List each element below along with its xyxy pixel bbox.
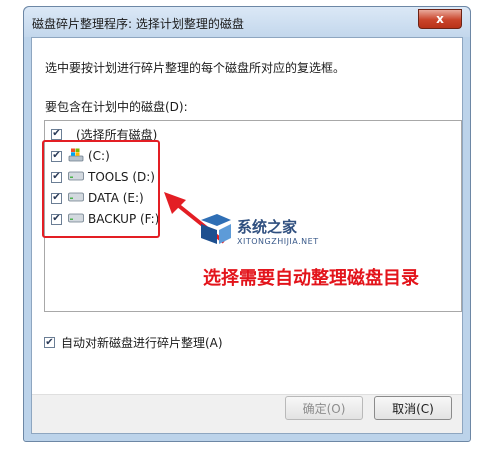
window-title: 磁盘碎片整理程序: 选择计划整理的磁盘 <box>32 17 244 31</box>
watermark-url: XITONGZHIJIA.NET <box>237 237 319 246</box>
auto-defrag-row[interactable]: ✔ 自动对新磁盘进行碎片整理(A) <box>44 334 223 351</box>
instruction-text: 选中要按计划进行碎片整理的每个磁盘所对应的复选框。 <box>45 61 346 75</box>
disk-list-label: 要包含在计划中的磁盘(D): <box>45 100 188 114</box>
dialog-window: 磁盘碎片整理程序: 选择计划整理的磁盘 x 选中要按计划进行碎片整理的每个磁盘所… <box>23 6 471 442</box>
close-button[interactable]: x <box>418 9 462 29</box>
dialog-client-area: 选中要按计划进行碎片整理的每个磁盘所对应的复选框。 要包含在计划中的磁盘(D):… <box>31 37 463 434</box>
auto-defrag-label: 自动对新磁盘进行碎片整理(A) <box>61 336 223 350</box>
dialog-content: 选中要按计划进行碎片整理的每个磁盘所对应的复选框。 要包含在计划中的磁盘(D):… <box>32 38 462 394</box>
disk-highlight-box <box>42 140 160 238</box>
close-icon: x <box>436 12 444 26</box>
annotation-text: 选择需要自动整理磁盘目录 <box>203 268 419 289</box>
auto-defrag-checkbox[interactable]: ✔ <box>44 337 55 348</box>
watermark-logo-icon <box>201 214 231 244</box>
ok-button[interactable]: 确定(O) <box>285 396 363 420</box>
footer-divider <box>32 394 462 395</box>
select-all-checkbox[interactable]: ✔ <box>51 128 62 140</box>
title-bar[interactable]: 磁盘碎片整理程序: 选择计划整理的磁盘 x <box>24 7 470 37</box>
cancel-button[interactable]: 取消(C) <box>374 396 452 420</box>
watermark-text: 系统之家 <box>237 218 298 236</box>
